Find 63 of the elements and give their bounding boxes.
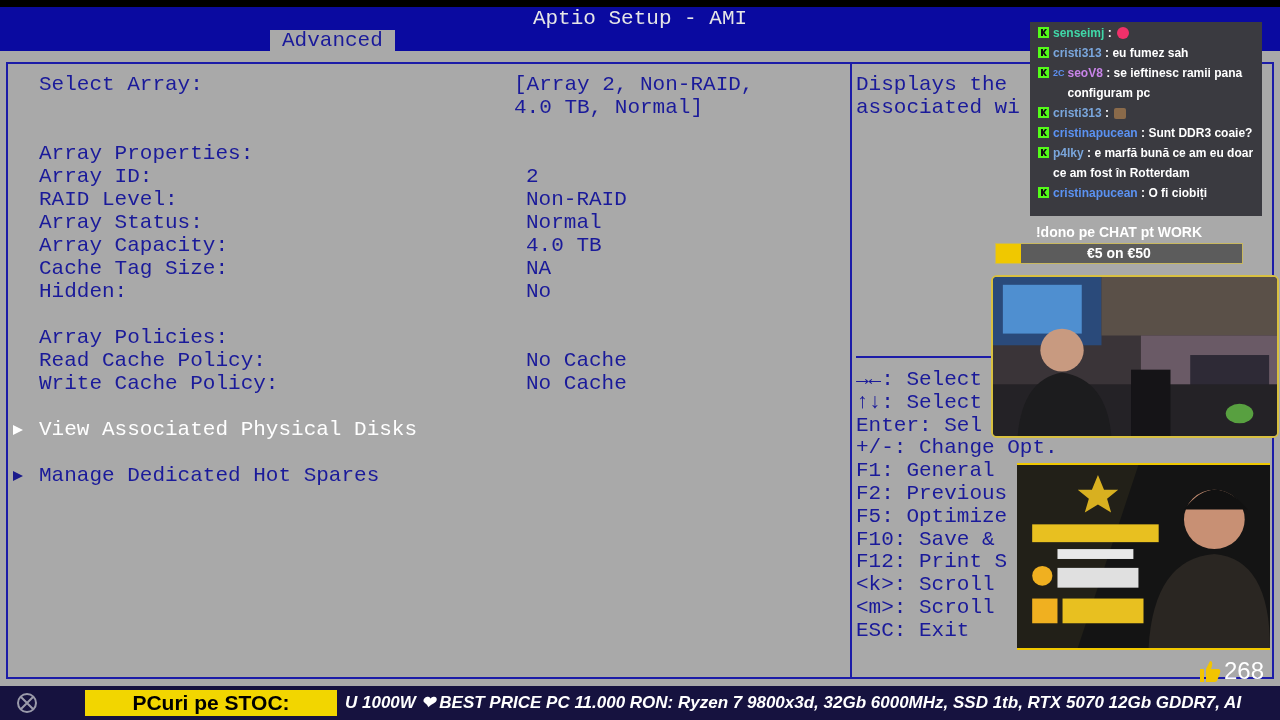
key-hint: F10: Save & [856,527,995,551]
badge-icon [1038,47,1049,58]
submenu-arrow-icon [12,469,24,482]
chat-message: seoV8 : se ieftinesc ramii pana configuram pc [1067,65,1244,102]
ticker-text: U 1000W ❤ BEST PRICE PC 11.000 RON: Ryzen 7 9800x3d, 32Gb 6000MHz, SSD 1tb, RTX 5070 12Gb GDDR7, AI [345,692,1242,715]
donation-amount: €5 on €50 [1087,245,1151,261]
setting-label: Array Capacity: [39,234,229,257]
help-description: associated wi [856,96,1020,119]
setting-label: Cache Tag Size: [39,257,229,280]
submenu-arrow-icon [12,423,24,436]
section-heading: Array Properties: [39,142,254,165]
tab[interactable]: Advanced [270,30,395,51]
window-title: Aptio Setup - AMI [532,7,748,30]
badge-icon [1038,27,1049,38]
key-hint: F12: Print S [856,550,1008,574]
chat-message: senseimj : [1053,25,1112,42]
like-count: 268 [1224,658,1265,684]
key-hint: F5: Optimize [856,504,1008,528]
setting-label: Array Status: [39,211,203,234]
donation-title: !dono pe CHAT pt WORK [1035,224,1203,240]
setting-label: RAID Level: [39,188,178,211]
key-hint: ↑↓: Select [856,390,983,414]
help-description: Displays the [856,73,1008,96]
badge-icon [1038,147,1049,158]
setting-value: No Cache [526,349,627,372]
ticker-label: PCuri pe STOC: [85,690,337,716]
select-value[interactable]: [Array 2, Non-RAID, 4.0 TB, Normal] [514,73,774,119]
key-hint: +/-: Change Opt. [856,436,1058,460]
chat-message: cristinapucean : Sunt DDR3 coaie? [1053,125,1253,142]
key-hint: <m>: Scroll [856,595,995,619]
thumbs-up-icon [1198,659,1222,683]
chat-message: cristi313 : [1053,105,1110,122]
chat-message: p4lky : e marfă bună ce am eu doar ce am fost în Rotterdam [1053,145,1254,182]
setting-value: No Cache [526,372,627,395]
badge-icon [1038,187,1049,198]
key-hint: F2: Previous [856,482,1008,505]
key-hint: ESC: Exit [856,618,970,642]
chat-message: cristinapucean : O fi ciobiți [1053,185,1208,202]
key-hint: Enter: Sel [856,413,983,437]
setting-label: Select Array: [39,73,203,96]
submenu-item[interactable]: Manage Dedicated Hot Spares [39,464,380,487]
key-hint: →←: Select [856,368,983,391]
badge-label: 2C [1053,67,1065,80]
setting-value: No [526,280,552,303]
setting-value: NA [526,257,552,280]
badge-icon [1038,127,1049,138]
chat-message: cristi313 : eu fumez sah [1053,45,1189,62]
setting-value: Normal [526,211,602,234]
badge-icon [1038,67,1049,78]
setting-label: Read Cache Policy: [39,349,266,372]
badge-icon [1038,107,1049,118]
setting-label: Hidden: [39,280,128,303]
emote-icon [1113,106,1128,120]
key-hint: F1: General [856,459,995,483]
setting-label: Array ID: [39,165,153,188]
section-heading: Array Policies: [39,326,229,349]
key-hint: <k>: Scroll [856,573,995,597]
crossed-circle-icon [16,692,38,714]
setting-label: Write Cache Policy: [39,372,279,395]
setting-value: Non-RAID [526,188,627,211]
setting-value: 2 [526,165,539,188]
setting-value: 4.0 TB [526,234,602,257]
emote-icon [1115,26,1130,40]
